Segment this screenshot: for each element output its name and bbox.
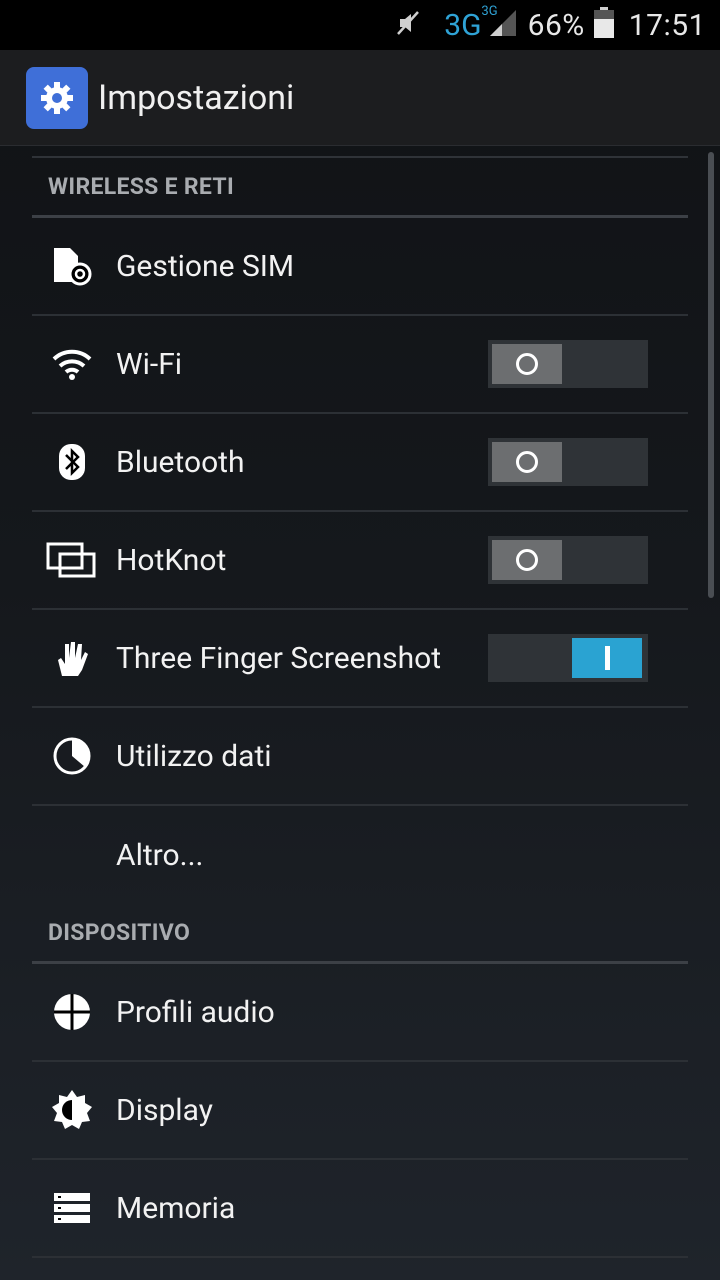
action-bar: Impostazioni (0, 50, 720, 146)
gear-icon[interactable] (26, 66, 88, 129)
settings-item-label: Wi-Fi (116, 346, 183, 382)
settings-item-label: Display (116, 1092, 213, 1128)
page-title: Impostazioni (98, 77, 295, 118)
three-finger-toggle[interactable] (488, 634, 648, 682)
settings-item-more[interactable]: Altro... (32, 806, 688, 904)
settings-item-label: Three Finger Screenshot (116, 640, 442, 676)
hotknot-icon (32, 540, 112, 580)
mute-icon (394, 8, 424, 42)
battery-icon (593, 7, 615, 43)
hotknot-toggle[interactable] (488, 536, 648, 584)
settings-item-label: Profili audio (116, 994, 275, 1030)
section-header-wireless: WIRELESS E RETI (32, 158, 688, 218)
data-usage-icon (32, 736, 112, 776)
status-bar: 3G 3G 66% 17:51 (0, 0, 720, 50)
battery-percent: 66% (527, 7, 585, 43)
settings-item-label: Bluetooth (116, 444, 245, 480)
settings-item-bluetooth[interactable]: Bluetooth (32, 414, 688, 512)
wifi-icon (32, 347, 112, 381)
clock: 17:51 (628, 7, 706, 43)
settings-item-three-finger-screenshot[interactable]: Three Finger Screenshot (32, 610, 688, 708)
settings-item-label: Memoria (116, 1190, 236, 1226)
settings-item-label: Utilizzo dati (116, 738, 272, 774)
brightness-icon (32, 1089, 112, 1131)
settings-item-label: Gestione SIM (116, 248, 295, 284)
settings-item-data-usage[interactable]: Utilizzo dati (32, 708, 688, 806)
section-header-device: DISPOSITIVO (32, 904, 688, 964)
settings-item-sim[interactable]: Gestione SIM (32, 218, 688, 316)
settings-item-display[interactable]: Display (32, 1062, 688, 1160)
hand-icon (32, 638, 112, 678)
storage-icon (32, 1191, 112, 1225)
audio-profiles-icon (32, 992, 112, 1032)
settings-item-wifi[interactable]: Wi-Fi (32, 316, 688, 414)
settings-item-hotknot[interactable]: HotKnot (32, 512, 688, 610)
sim-card-icon (32, 244, 112, 288)
settings-list: WIRELESS E RETI Gestione SIM Wi-Fi Bluet… (32, 156, 688, 1258)
bluetooth-icon (32, 442, 112, 482)
wifi-toggle[interactable] (488, 340, 648, 388)
bluetooth-toggle[interactable] (488, 438, 648, 486)
settings-item-storage[interactable]: Memoria (32, 1160, 688, 1258)
scrollbar[interactable] (708, 152, 714, 598)
settings-item-label: Altro... (116, 837, 204, 873)
settings-item-audio-profiles[interactable]: Profili audio (32, 964, 688, 1062)
network-type: 3G 3G (444, 3, 498, 43)
settings-item-label: HotKnot (116, 542, 227, 578)
